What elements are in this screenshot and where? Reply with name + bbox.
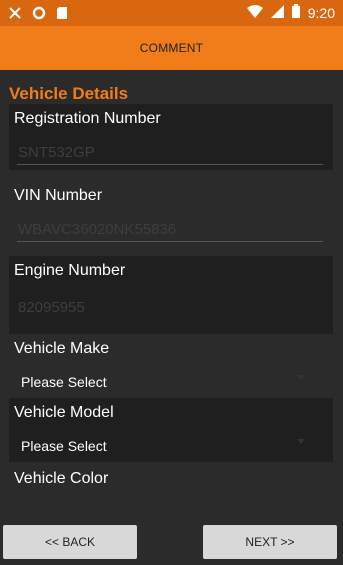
vehicle-color-label: Vehicle Color (14, 470, 109, 487)
circle-icon (32, 5, 46, 24)
bottom-button-bar: << BACK NEXT >> (0, 516, 343, 565)
app-header: COMMENT (0, 26, 343, 70)
vehicle-model-row: Vehicle Model Please Select (9, 398, 333, 462)
vin-input[interactable]: WBAVC36020NK55836 (18, 221, 176, 238)
section-title: Vehicle Details (9, 84, 129, 103)
vehicle-color-row: Vehicle Color (9, 464, 333, 516)
chevron-down-icon[interactable] (297, 439, 305, 444)
vehicle-make-select[interactable]: Please Select (21, 374, 107, 390)
notification-icon (8, 5, 22, 24)
chevron-down-icon[interactable] (297, 375, 305, 380)
registration-input[interactable]: SNT532GP (18, 144, 95, 161)
registration-field: Registration Number SNT532GP (9, 104, 333, 170)
vin-field: VIN Number WBAVC36020NK55836 (9, 181, 333, 247)
vin-underline (17, 241, 323, 242)
engine-input[interactable]: 82095955 (18, 299, 85, 316)
next-button[interactable]: NEXT >> (203, 525, 337, 559)
vehicle-model-select[interactable]: Please Select (21, 438, 107, 454)
vehicle-make-row: Vehicle Make Please Select (9, 334, 333, 398)
engine-field: Engine Number 82095955 (9, 256, 333, 334)
registration-label: Registration Number (14, 110, 161, 127)
wifi-icon (246, 4, 263, 22)
signal-icon (270, 4, 284, 22)
vehicle-make-label: Vehicle Make (14, 340, 110, 357)
status-bar: 9:20 (0, 0, 343, 26)
vehicle-model-label: Vehicle Model (14, 404, 114, 421)
back-button[interactable]: << BACK (3, 525, 137, 559)
vin-label: VIN Number (14, 187, 103, 204)
registration-underline (17, 164, 323, 165)
sd-card-icon (56, 5, 68, 24)
header-title[interactable]: COMMENT (140, 41, 203, 55)
engine-label: Engine Number (14, 262, 126, 279)
status-time: 9:20 (307, 5, 335, 21)
battery-icon (291, 4, 300, 22)
